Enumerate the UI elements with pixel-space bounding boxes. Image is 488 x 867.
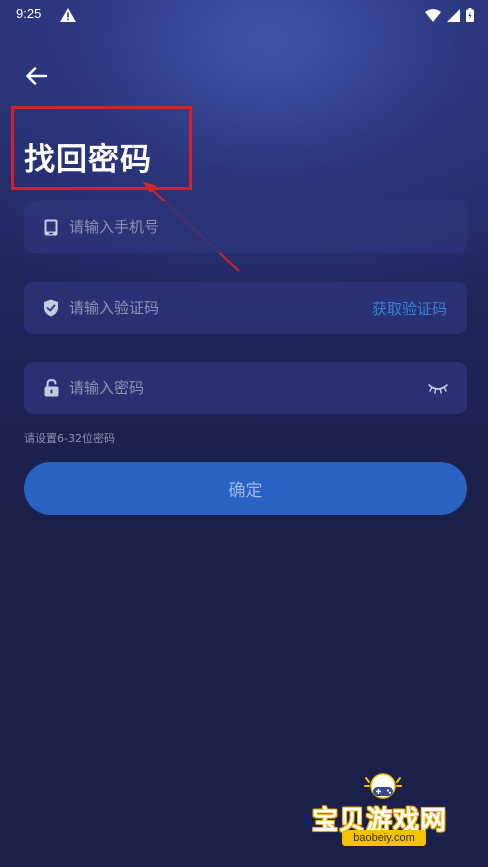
- get-code-button[interactable]: 获取验证码: [372, 298, 447, 319]
- code-input[interactable]: [69, 299, 372, 317]
- annotation-arrow: [142, 181, 240, 272]
- watermark-url: baobeiy.com: [342, 830, 426, 846]
- password-hint: 请设置6-32位密码: [24, 432, 115, 445]
- password-field[interactable]: [24, 362, 467, 414]
- confirm-button[interactable]: 确定: [24, 462, 467, 515]
- phone-input[interactable]: [69, 218, 467, 236]
- phone-field[interactable]: [24, 201, 467, 253]
- shield-check-icon: [42, 299, 60, 317]
- phone-icon: [42, 218, 60, 236]
- eye-closed-icon[interactable]: [427, 380, 449, 396]
- lock-icon: [42, 379, 60, 397]
- code-field[interactable]: 获取验证码: [24, 282, 467, 334]
- password-input[interactable]: [69, 379, 427, 397]
- watermark: 宝贝游戏网 baobeiy.com: [308, 772, 458, 862]
